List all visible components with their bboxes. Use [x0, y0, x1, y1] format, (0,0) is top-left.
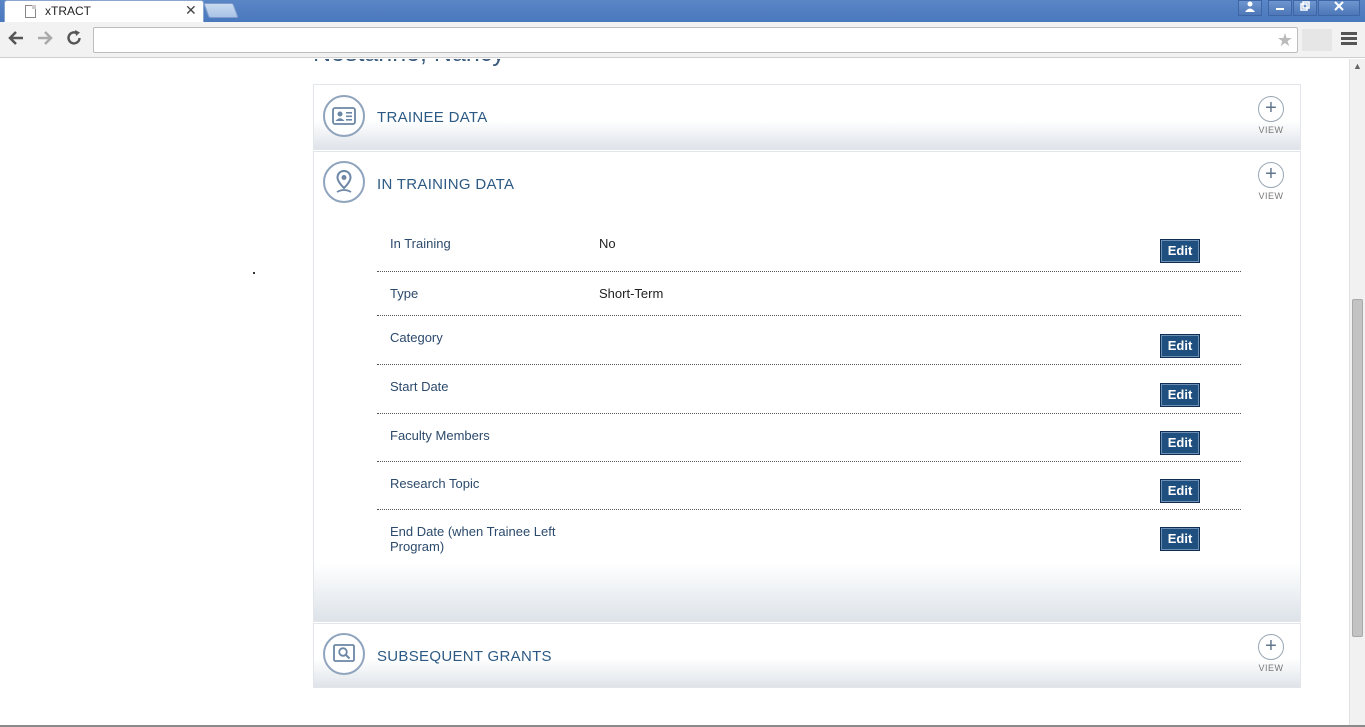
field-label: End Date (when Trainee Left Program): [390, 524, 556, 554]
menu-icon[interactable]: [1341, 32, 1357, 47]
address-bar[interactable]: ★: [93, 27, 1298, 53]
section-in-training-data: IN TRAINING DATA + VIEW In Training No E…: [313, 151, 1301, 622]
view-in-training-button[interactable]: + VIEW: [1256, 162, 1286, 201]
location-pin-icon: [323, 161, 365, 203]
edit-category-button[interactable]: Edit: [1160, 334, 1200, 358]
window-close-button[interactable]: [1318, 0, 1360, 16]
field-row-in-training: In Training No Edit: [377, 220, 1241, 272]
field-label: Category: [390, 330, 443, 345]
view-label: VIEW: [1258, 663, 1284, 673]
scroll-up-arrow-icon[interactable]: ▲: [1353, 61, 1362, 71]
extension-area: [1302, 29, 1332, 51]
tab-close-icon[interactable]: ✕: [185, 2, 197, 19]
section-title: IN TRAINING DATA: [377, 176, 515, 193]
plus-icon: +: [1258, 162, 1284, 188]
edit-start-date-button[interactable]: Edit: [1160, 383, 1200, 407]
section-title: TRAINEE DATA: [377, 109, 488, 126]
profile-icon[interactable]: [1238, 0, 1262, 16]
bookmark-star-icon[interactable]: ★: [1277, 30, 1293, 51]
page-title: Nostahno, Nancy: [313, 59, 505, 68]
section-subsequent-grants: SUBSEQUENT GRANTS + VIEW: [313, 623, 1301, 688]
view-trainee-button[interactable]: + VIEW: [1256, 96, 1286, 135]
edit-in-training-button[interactable]: Edit: [1160, 239, 1200, 263]
page-viewport: Nostahno, Nancy TRAINEE DATA + VIEW IN T…: [0, 59, 1349, 725]
new-tab-button[interactable]: [203, 3, 239, 18]
page-icon: [25, 5, 36, 18]
field-row-type: Type Short-Term: [377, 272, 1241, 316]
section-trainee-data: TRAINEE DATA + VIEW: [313, 84, 1301, 150]
field-label: Start Date: [390, 379, 449, 394]
field-label: Type: [390, 286, 419, 301]
reload-icon[interactable]: [63, 29, 85, 51]
restore-button[interactable]: [1293, 0, 1317, 16]
plus-icon: +: [1258, 634, 1284, 660]
view-label: VIEW: [1258, 125, 1284, 135]
field-label: Faculty Members: [390, 428, 490, 443]
browser-tab[interactable]: xTRACT ✕: [4, 0, 204, 22]
search-document-icon: [323, 633, 365, 675]
field-row-faculty-members: Faculty Members Edit: [377, 414, 1241, 462]
field-label: In Training: [390, 236, 451, 251]
vertical-scrollbar[interactable]: ▲: [1349, 59, 1365, 725]
field-label: Research Topic: [390, 476, 480, 491]
field-value: Short-Term: [599, 286, 664, 301]
back-icon[interactable]: [5, 29, 27, 51]
edit-faculty-members-button[interactable]: Edit: [1160, 431, 1200, 455]
forward-icon[interactable]: [34, 29, 56, 51]
section-title: SUBSEQUENT GRANTS: [377, 648, 552, 665]
id-card-icon: [323, 95, 365, 137]
in-training-fields: In Training No Edit Type Short-Term Cate…: [377, 220, 1241, 566]
browser-toolbar: ★: [0, 22, 1365, 58]
scrollbar-thumb[interactable]: [1352, 299, 1363, 637]
browser-titlebar: xTRACT ✕: [0, 0, 1365, 22]
view-subsequent-grants-button[interactable]: + VIEW: [1256, 634, 1286, 673]
tab-title: xTRACT: [45, 4, 91, 18]
plus-icon: +: [1258, 96, 1284, 122]
edit-end-date-button[interactable]: Edit: [1160, 527, 1200, 551]
dot-mark: [253, 272, 255, 274]
edit-research-topic-button[interactable]: Edit: [1160, 479, 1200, 503]
view-label: VIEW: [1258, 191, 1284, 201]
field-row-end-date: End Date (when Trainee Left Program) Edi…: [377, 510, 1241, 566]
field-value: No: [599, 236, 616, 251]
field-row-start-date: Start Date Edit: [377, 365, 1241, 414]
section-footer: [314, 563, 1300, 621]
minimize-button[interactable]: [1268, 0, 1292, 16]
field-row-research-topic: Research Topic Edit: [377, 462, 1241, 510]
field-row-category: Category Edit: [377, 316, 1241, 365]
